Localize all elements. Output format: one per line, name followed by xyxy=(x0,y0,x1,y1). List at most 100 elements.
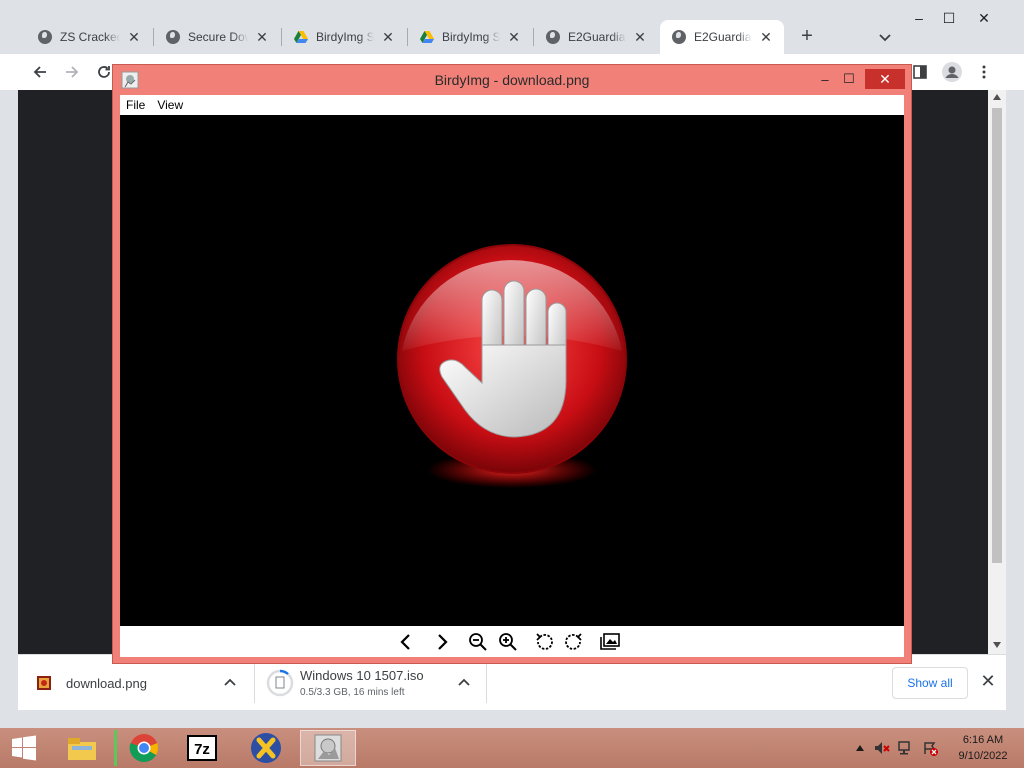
image-file-icon xyxy=(36,675,52,691)
scroll-thumb[interactable] xyxy=(992,108,1002,563)
tab-zs-cracked[interactable]: ZS Cracked ✕ xyxy=(26,20,152,54)
tab-e2guardian-active[interactable]: E2Guardian ✕ xyxy=(660,20,784,54)
taskbar-chrome[interactable] xyxy=(114,730,170,766)
tab-e2guardian-1[interactable]: E2Guardian ✕ xyxy=(534,20,658,54)
tab-close-icon[interactable]: ✕ xyxy=(506,29,522,45)
profile-button[interactable] xyxy=(940,60,964,84)
globe-icon xyxy=(546,30,560,44)
rotate-left-icon xyxy=(536,633,553,650)
download-status: 0.5/3.3 GB, 16 mins left xyxy=(300,687,405,698)
zoom-out-button[interactable] xyxy=(466,630,490,654)
tab-secure-download[interactable]: Secure Download ✕ xyxy=(154,20,280,54)
menu-file[interactable]: File xyxy=(126,98,145,112)
rotate-right-button[interactable] xyxy=(562,630,586,654)
birdyimg-menubar: File View xyxy=(120,95,904,115)
svg-text:7z: 7z xyxy=(194,741,210,758)
file-explorer-icon xyxy=(68,738,96,760)
rotate-left-button[interactable] xyxy=(532,630,556,654)
tab-close-icon[interactable]: ✕ xyxy=(380,29,396,45)
action-center-icon[interactable] xyxy=(922,740,938,756)
chevron-up-icon xyxy=(224,678,236,686)
tab-close-icon[interactable]: ✕ xyxy=(632,29,648,45)
google-drive-icon xyxy=(420,30,434,44)
rotate-right-icon xyxy=(565,633,582,650)
forward-button[interactable] xyxy=(60,60,84,84)
menu-button[interactable] xyxy=(972,60,996,84)
zoom-in-button[interactable] xyxy=(496,630,520,654)
chrome-maximize-button[interactable]: ☐ xyxy=(934,10,964,30)
menu-view[interactable]: View xyxy=(157,98,183,112)
reload-icon xyxy=(98,66,110,78)
tab-close-icon[interactable]: ✕ xyxy=(758,29,774,45)
clock-date: 9/10/2022 xyxy=(958,750,1008,762)
globe-icon xyxy=(672,30,686,44)
next-button[interactable] xyxy=(430,630,454,654)
previous-icon xyxy=(400,634,410,650)
volume-muted-icon[interactable] xyxy=(874,740,890,756)
birdyimg-titlebar[interactable]: BirdyImg - download.png – ☐ ✕ xyxy=(113,65,911,95)
chrome-minimize-button[interactable]: – xyxy=(904,10,934,30)
taskbar-file-explorer[interactable] xyxy=(54,730,110,766)
image-canvas xyxy=(120,115,904,626)
network-icon[interactable] xyxy=(898,740,914,756)
scroll-down-icon xyxy=(993,642,1001,648)
download-bar-close-button[interactable]: ✕ xyxy=(978,671,998,691)
tray-overflow-chevron-icon[interactable] xyxy=(852,740,868,756)
forward-arrow-icon xyxy=(66,66,79,78)
page-scrollbar[interactable] xyxy=(988,90,1006,654)
taskbar-7zip[interactable]: 7z xyxy=(174,730,230,766)
birdyimg-toolbar xyxy=(120,626,904,657)
back-arrow-icon xyxy=(33,66,46,78)
birdyimg-close-button[interactable]: ✕ xyxy=(865,69,905,89)
chevron-down-icon[interactable] xyxy=(876,28,894,46)
tab-close-icon[interactable]: ✕ xyxy=(254,29,270,45)
next-icon xyxy=(438,634,448,650)
download-progress-icon xyxy=(266,669,294,697)
taskbar-xampp[interactable] xyxy=(238,730,294,766)
clock-time: 6:16 AM xyxy=(962,734,1004,746)
taskbar-clock[interactable]: 6:16 AM 9/10/2022 xyxy=(948,732,1018,764)
download-name: Windows 10 1507.iso xyxy=(300,668,424,683)
show-all-button[interactable]: Show all xyxy=(892,667,968,699)
side-panel-icon xyxy=(913,65,927,79)
birdyimg-window: BirdyImg - download.png – ☐ ✕ File View xyxy=(112,64,912,664)
gallery-button[interactable] xyxy=(598,630,622,654)
avatar-icon xyxy=(942,62,962,82)
7zip-icon: 7z xyxy=(187,735,217,761)
tab-title: Secure Download xyxy=(188,30,248,44)
birdyimg-title: BirdyImg - download.png xyxy=(434,72,590,88)
tab-title: E2Guardian xyxy=(568,30,626,44)
windows-taskbar: 7z 6:16 AM 9/10/2022 xyxy=(0,728,1024,768)
new-tab-button[interactable]: + xyxy=(796,26,818,48)
birdyimg-minimize-button[interactable]: – xyxy=(813,69,837,89)
download-name: download.png xyxy=(66,675,147,691)
start-button[interactable] xyxy=(0,730,48,766)
scroll-up-icon xyxy=(993,94,1001,100)
gallery-icon xyxy=(600,633,620,650)
chrome-close-button[interactable]: ✕ xyxy=(964,10,1004,30)
chevron-up-icon xyxy=(458,678,470,686)
tab-title: E2Guardian xyxy=(694,30,752,44)
globe-icon xyxy=(38,30,52,44)
tab-birdyimg-2[interactable]: BirdyImg Screenshots ✕ xyxy=(408,20,532,54)
xampp-icon xyxy=(251,733,281,763)
back-button[interactable] xyxy=(28,60,52,84)
previous-button[interactable] xyxy=(394,630,418,654)
windows-logo-icon xyxy=(12,735,36,761)
tab-strip: ZS Cracked ✕ Secure Download ✕ BirdyImg … xyxy=(0,0,1024,54)
tab-title: BirdyImg Screenshots xyxy=(442,30,500,44)
birdyimg-icon xyxy=(314,734,342,762)
tab-title: BirdyImg Screenshots xyxy=(316,30,374,44)
more-vertical-icon xyxy=(982,65,986,79)
chrome-icon xyxy=(129,734,158,762)
birdyimg-maximize-button[interactable]: ☐ xyxy=(837,69,861,89)
zoom-in-icon xyxy=(499,633,517,651)
tab-title: ZS Cracked xyxy=(60,30,120,44)
zoom-out-icon xyxy=(469,633,487,651)
taskbar-birdyimg[interactable] xyxy=(300,730,356,766)
tab-close-icon[interactable]: ✕ xyxy=(126,29,142,45)
google-drive-icon xyxy=(294,30,308,44)
tab-birdyimg-1[interactable]: BirdyImg Screenshots ✕ xyxy=(282,20,406,54)
stop-hand-icon xyxy=(397,244,627,488)
globe-icon xyxy=(166,30,180,44)
